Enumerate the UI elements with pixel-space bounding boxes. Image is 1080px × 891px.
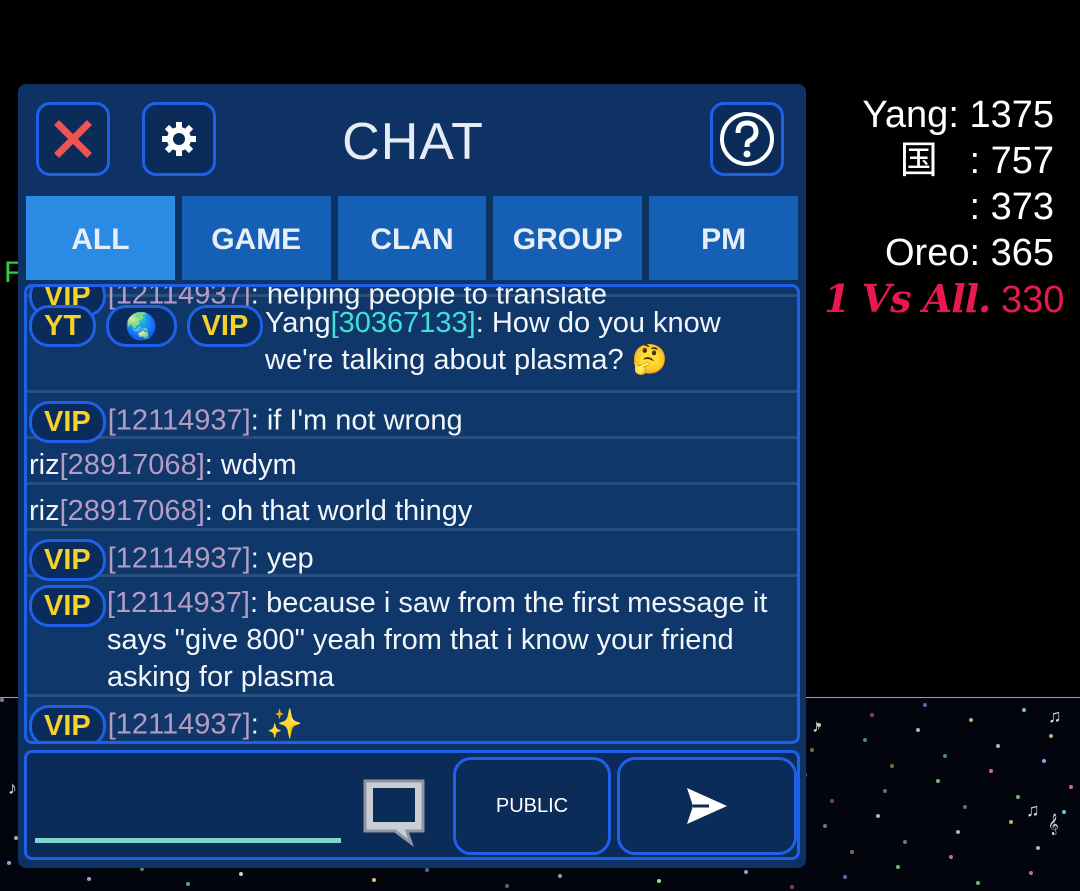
particle xyxy=(558,874,562,878)
username[interactable]: riz xyxy=(29,449,60,481)
message-list[interactable]: VIP [12114937]: helping people to transla… xyxy=(24,284,800,744)
particle xyxy=(843,875,847,879)
username[interactable]: Yang xyxy=(265,307,331,339)
input-underline xyxy=(35,838,341,843)
particle xyxy=(936,779,940,783)
particle xyxy=(1022,708,1026,712)
particle xyxy=(372,878,376,882)
particle xyxy=(790,885,794,889)
chat-tabs: ALL GAME CLAN GROUP PM xyxy=(26,196,798,280)
music-note-icon: ♫ xyxy=(1026,800,1040,820)
chat-message: VIP [12114937]: if I'm not wrong xyxy=(27,393,797,443)
tab-pm[interactable]: PM xyxy=(649,196,798,280)
particle xyxy=(830,799,834,803)
close-button[interactable] xyxy=(36,102,110,176)
leaderboard-row: Yang: 1375 xyxy=(862,94,1054,136)
particle xyxy=(923,703,927,707)
particle xyxy=(0,698,4,702)
particle xyxy=(890,764,894,768)
particle xyxy=(949,855,953,859)
tab-clan[interactable]: CLAN xyxy=(337,196,487,280)
chat-message: riz[28917068]: wdym xyxy=(27,439,797,485)
particle xyxy=(823,824,827,828)
chat-message: VIP [12114937]: yep xyxy=(27,531,797,581)
particle xyxy=(87,877,91,881)
leaderboard: Yang: 1375 国 : 757 : 373 Oreo: 365 1 Vs … xyxy=(824,92,1065,323)
chat-bubble-icon xyxy=(363,779,425,848)
globe-icon: 🌏 xyxy=(106,305,177,347)
particle xyxy=(989,769,993,773)
particle xyxy=(744,870,748,874)
vip-badge: VIP xyxy=(29,585,106,627)
particle xyxy=(7,861,11,865)
emoji-button[interactable] xyxy=(357,775,429,848)
chat-message: VIP [12114937]: helping people to transla… xyxy=(27,287,797,317)
tab-game[interactable]: GAME xyxy=(181,196,331,280)
music-note-icon: 𝄞 xyxy=(1048,814,1059,834)
particle xyxy=(1049,734,1053,738)
send-button[interactable] xyxy=(617,757,797,855)
particle xyxy=(1036,846,1040,850)
leaderboard-row: 1 Vs All. 330 xyxy=(824,276,1065,321)
particle xyxy=(425,868,429,872)
chat-message: YT 🌏 VIP Yang[30367133]: How do you know… xyxy=(27,297,797,393)
tab-group[interactable]: GROUP xyxy=(493,196,643,280)
chat-message: riz[28917068]: oh that world thingy xyxy=(27,485,797,531)
vip-badge: VIP xyxy=(186,305,264,347)
particle xyxy=(876,814,880,818)
leaderboard-row: 国 : 757 xyxy=(899,140,1054,182)
particle xyxy=(916,728,920,732)
chat-message: VIP [12114937]: because i saw from the f… xyxy=(27,577,797,697)
chat-message: VIP [12114937]: ✨ xyxy=(27,697,797,741)
leaderboard-row: Oreo: 365 xyxy=(884,232,1054,274)
chat-panel: CHAT ALL GAME CLAN GROUP PM VIP [12114937… xyxy=(18,84,806,868)
send-icon xyxy=(687,788,727,824)
particle xyxy=(186,882,190,886)
vip-badge: VIP xyxy=(29,705,106,741)
public-button[interactable]: PUBLIC xyxy=(453,757,611,855)
particle xyxy=(963,805,967,809)
particle xyxy=(1042,759,1046,763)
particle xyxy=(1062,810,1066,814)
chat-title: CHAT xyxy=(342,113,484,171)
particle xyxy=(956,830,960,834)
close-icon xyxy=(54,120,92,158)
username[interactable]: riz xyxy=(29,495,60,527)
particle xyxy=(850,850,854,854)
leaderboard-row: : 373 xyxy=(969,186,1054,228)
particle xyxy=(863,738,867,742)
message-input[interactable] xyxy=(33,761,347,843)
particle xyxy=(239,872,243,876)
particle xyxy=(1009,820,1013,824)
particle xyxy=(505,884,509,888)
particle xyxy=(1029,871,1033,875)
particle xyxy=(903,840,907,844)
particle xyxy=(1069,785,1073,789)
particle xyxy=(976,881,980,885)
particle xyxy=(883,789,887,793)
particle xyxy=(943,754,947,758)
particle xyxy=(996,744,1000,748)
help-icon xyxy=(720,112,774,166)
particle xyxy=(657,879,661,883)
music-note-icon: ♪ xyxy=(812,716,821,736)
particle xyxy=(1016,795,1020,799)
help-button[interactable] xyxy=(710,102,784,176)
vip-badge: VIP xyxy=(29,401,106,443)
yt-badge: YT xyxy=(29,305,97,347)
particle xyxy=(810,748,814,752)
particle xyxy=(896,865,900,869)
music-note-icon: ♪ xyxy=(8,778,17,798)
chat-input-bar: PUBLIC xyxy=(24,750,800,860)
gear-icon xyxy=(162,122,196,156)
particle xyxy=(870,713,874,717)
tab-all[interactable]: ALL xyxy=(26,196,175,280)
music-note-icon: ♫ xyxy=(1048,706,1062,726)
vip-badge: VIP xyxy=(29,539,106,581)
particle xyxy=(969,718,973,722)
settings-button[interactable] xyxy=(142,102,216,176)
